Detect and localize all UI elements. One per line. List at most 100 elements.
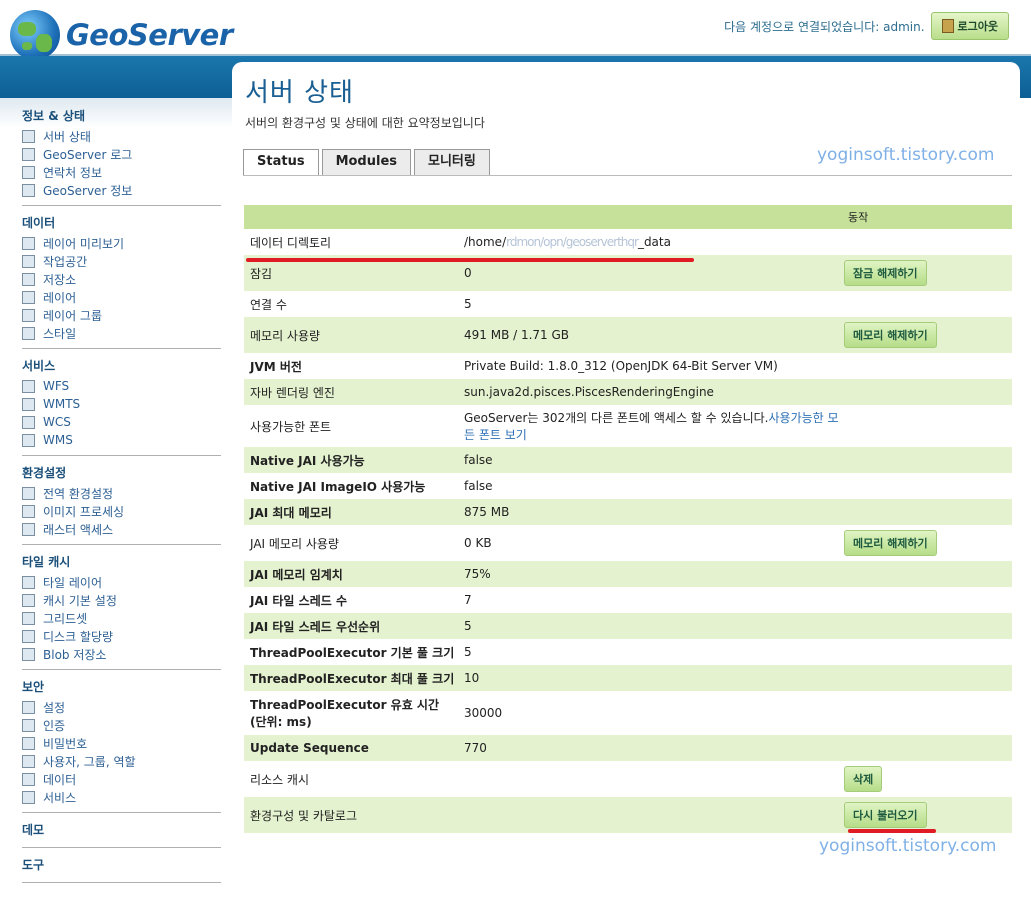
row-label: ThreadPoolExecutor 기본 풀 크기 [244, 639, 458, 665]
sidebar-item[interactable]: 그리드셋 [22, 609, 221, 627]
row-label: 연결 수 [244, 291, 458, 317]
row-action [842, 587, 1012, 613]
folder-icon [22, 254, 35, 268]
watermark-top: yoginsoft.tistory.com [817, 145, 995, 165]
row-action [842, 499, 1012, 525]
row-value: 10 [458, 665, 842, 691]
row-action [842, 735, 1012, 761]
sidebar-section-title[interactable]: 환경설정 [22, 464, 221, 480]
row-value: /home/rdmon/opn/geoserverthqr_data [458, 229, 842, 255]
action-button[interactable]: 삭제 [844, 766, 883, 792]
row-value: 875 MB [458, 499, 842, 525]
row-label: 데이터 디렉토리 [244, 229, 458, 255]
page-title: 서버 상태 [245, 78, 354, 108]
sidebar-section-title[interactable]: 데이터 [22, 214, 221, 230]
sidebar-item-label: 레이어 [43, 290, 77, 305]
sidebar-item[interactable]: 사용자, 그룹, 역할 [22, 752, 221, 770]
sidebar-item[interactable]: 래스터 액세스 [22, 520, 221, 538]
wms-service-icon [22, 433, 35, 447]
row-value: Private Build: 1.8.0_312 (OpenJDK 64-Bit… [458, 353, 842, 379]
row-action [842, 665, 1012, 691]
sidebar-item-label: 사용자, 그룹, 역할 [43, 754, 136, 769]
service-security-icon [22, 790, 35, 804]
sidebar-item[interactable]: WMS [22, 431, 221, 449]
row-label: JAI 타일 스레드 우선순위 [244, 613, 458, 639]
globe-logo-icon [10, 10, 60, 60]
sidebar-item[interactable]: 전역 환경설정 [22, 484, 221, 502]
sidebar-item[interactable]: GeoServer 로그 [22, 145, 221, 163]
sidebar-section-title[interactable]: 도구 [22, 856, 221, 872]
sidebar-section: 도구 [22, 856, 221, 883]
wcs-service-icon [22, 415, 35, 429]
shield-icon [22, 718, 35, 732]
sidebar-item[interactable]: WFS [22, 377, 221, 395]
row-value: 7 [458, 587, 842, 613]
sidebar-item[interactable]: 이미지 프로세싱 [22, 502, 221, 520]
sidebar-item[interactable]: 연락처 정보 [22, 163, 221, 181]
tab-monitoring[interactable]: 모니터링 [414, 149, 490, 175]
table-row: 데이터 디렉토리/home/rdmon/opn/geoserverthqr_da… [244, 229, 1012, 255]
row-action [842, 613, 1012, 639]
main-content: 서버 상태 서버의 환경구성 및 상태에 대한 요약정보입니다 Status M… [232, 62, 1020, 900]
sidebar-item[interactable]: GeoServer 정보 [22, 181, 221, 199]
table-row: Update Sequence 770 [244, 735, 1012, 761]
row-value: false [458, 447, 842, 473]
sidebar-section: 데모 [22, 821, 221, 848]
tab-status[interactable]: Status [243, 149, 319, 176]
sidebar-item[interactable]: 설정 [22, 698, 221, 716]
sidebar-item[interactable]: 디스크 할당량 [22, 627, 221, 645]
watermark-bottom: yoginsoft.tistory.com [819, 836, 997, 856]
red-underline-reload [848, 829, 936, 833]
table-row: ThreadPoolExecutor 기본 풀 크기 5 [244, 639, 1012, 665]
sidebar-item[interactable]: 작업공간 [22, 252, 221, 270]
sidebar-section-title[interactable]: 정보 & 상태 [22, 107, 221, 123]
sidebar-item[interactable]: 레이어 그룹 [22, 306, 221, 324]
row-label: 환경구성 및 카탈로그 [244, 797, 458, 833]
sidebar-item-label: 설정 [43, 700, 66, 715]
table-row: 자바 렌더링 엔진 sun.java2d.pisces.PiscesRenderi… [244, 379, 1012, 405]
sidebar-section: 정보 & 상태서버 상태 GeoServer 로그 연락처 정보 GeoServer … [22, 107, 221, 206]
sidebar-item[interactable]: 비밀번호 [22, 734, 221, 752]
sidebar-item-label: Blob 저장소 [43, 647, 107, 662]
header: GeoServer 다음 계정으로 연결되었습니다: admin. 로그아웃 [0, 0, 1031, 60]
row-label: JAI 메모리 사용량 [244, 525, 458, 561]
action-button[interactable]: 다시 불러오기 [844, 802, 927, 828]
action-button[interactable]: 메모리 해제하기 [844, 530, 937, 556]
row-action [842, 229, 1012, 255]
row-value: false [458, 473, 842, 499]
row-value: 5 [458, 613, 842, 639]
sidebar-section-title[interactable]: 타일 캐시 [22, 553, 221, 569]
row-label: 리소스 캐시 [244, 761, 458, 797]
sidebar-item[interactable]: WMTS [22, 395, 221, 413]
sidebar-item-label: WCS [43, 415, 71, 429]
sidebar-item[interactable]: 서버 상태 [22, 127, 221, 145]
tab-modules[interactable]: Modules [321, 149, 412, 175]
wrench-icon [22, 700, 35, 714]
lock-icon [22, 736, 35, 750]
sidebar-item[interactable]: WCS [22, 413, 221, 431]
sidebar-section-title[interactable]: 데모 [22, 821, 221, 837]
sidebar-item[interactable]: 인증 [22, 716, 221, 734]
sidebar-section-title[interactable]: 서비스 [22, 357, 221, 373]
sidebar-item-label: 디스크 할당량 [43, 629, 114, 644]
sidebar-item[interactable]: 레이어 [22, 288, 221, 306]
row-value: 770 [458, 735, 842, 761]
sidebar-item[interactable]: Blob 저장소 [22, 645, 221, 663]
table-row: 메모리 사용량 491 MB / 1.71 GB 메모리 해제하기 [244, 317, 1012, 353]
sidebar-item[interactable]: 타일 레이어 [22, 573, 221, 591]
sidebar-item[interactable]: 서비스 [22, 788, 221, 806]
sidebar-item[interactable]: 캐시 기본 설정 [22, 591, 221, 609]
sidebar-item[interactable]: 레이어 미리보기 [22, 234, 221, 252]
sidebar-item[interactable]: 스타일 [22, 324, 221, 342]
geoserver-logo[interactable]: GeoServer [10, 10, 233, 60]
sidebar-item-label: 인증 [43, 718, 66, 733]
table-row: ThreadPoolExecutor 최대 풀 크기 10 [244, 665, 1012, 691]
logout-button[interactable]: 로그아웃 [930, 12, 1009, 40]
action-button[interactable]: 메모리 해제하기 [844, 322, 937, 348]
sidebar-section-title[interactable]: 보안 [22, 678, 221, 694]
sidebar-item[interactable]: 데이터 [22, 770, 221, 788]
sidebar-item[interactable]: 저장소 [22, 270, 221, 288]
row-value: 75% [458, 561, 842, 587]
sidebar-item-label: 이미지 프로세싱 [43, 504, 125, 519]
action-button[interactable]: 잠금 해제하기 [844, 260, 927, 286]
